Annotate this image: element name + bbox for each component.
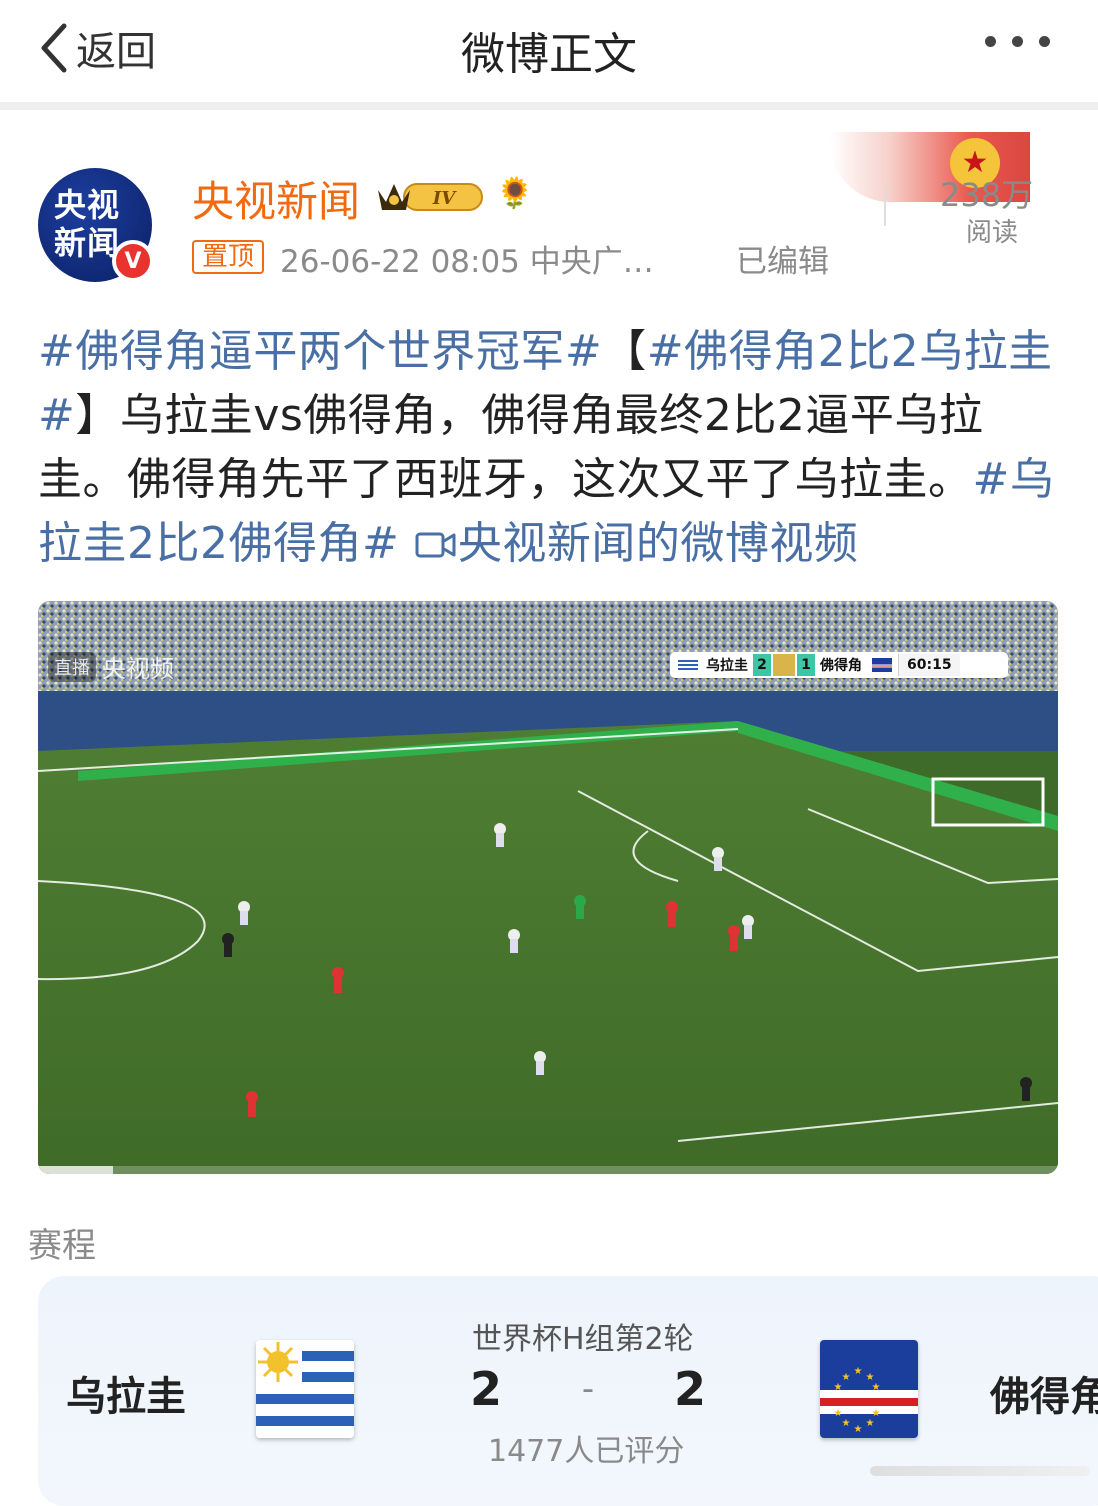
video-player[interactable]: 直播 央视频 乌拉圭 2 1 佛得角 60:15 bbox=[38, 601, 1058, 1174]
svg-text:★: ★ bbox=[872, 1408, 881, 1419]
author-name[interactable]: 央视新闻 bbox=[192, 168, 360, 229]
svg-text:★: ★ bbox=[842, 1372, 851, 1383]
reads-count: 238万 bbox=[940, 176, 1034, 214]
scoreboard-away-team: 佛得角 bbox=[820, 658, 862, 674]
trophy-icon bbox=[773, 654, 795, 676]
more-options-button[interactable] bbox=[985, 36, 1050, 47]
svg-text:★: ★ bbox=[866, 1418, 875, 1429]
page-title: 微博正文 bbox=[461, 29, 637, 80]
cape-verde-flag-icon bbox=[872, 658, 892, 672]
pinned-badge: 置顶 bbox=[192, 240, 265, 274]
uruguay-flag-icon bbox=[678, 658, 698, 672]
more-dot-icon bbox=[1012, 36, 1023, 47]
verified-badge-icon: V bbox=[112, 240, 154, 282]
match-clock: 60:15 bbox=[898, 654, 960, 676]
reads-label: 阅读 bbox=[966, 218, 1019, 248]
home-indicator bbox=[870, 1466, 1090, 1476]
post-body: 乌拉圭vs佛得角，佛得角最终2比2逼平乌拉圭。佛得角先平了西班牙，这次又平了乌拉… bbox=[38, 390, 984, 505]
post-text: #佛得角逼平两个世界冠军#【#佛得角2比2乌拉圭#】乌拉圭vs佛得角，佛得角最终… bbox=[38, 320, 1060, 576]
divider bbox=[884, 188, 886, 226]
match-round: 世界杯H组第2轮 bbox=[472, 1322, 694, 1357]
live-tag: 直播 bbox=[48, 651, 96, 682]
bracket-close: 】 bbox=[75, 390, 120, 441]
avatar-line1: 央视 bbox=[54, 186, 121, 224]
hashtag-link[interactable]: #佛得角逼平两个世界冠军# bbox=[38, 326, 602, 377]
scoreboard-home-team: 乌拉圭 bbox=[706, 658, 748, 674]
more-dot-icon bbox=[985, 36, 996, 47]
svg-text:★: ★ bbox=[842, 1418, 851, 1429]
home-score: 2 bbox=[470, 1362, 503, 1416]
away-team-name: 佛得角 bbox=[990, 1374, 1098, 1420]
rating-count: 1477人已评分 bbox=[488, 1434, 685, 1469]
score-separator: - bbox=[581, 1369, 595, 1409]
broadcast-watermark: 直播 央视频 bbox=[48, 649, 174, 684]
svg-text:★: ★ bbox=[854, 1424, 863, 1435]
svg-text:★: ★ bbox=[872, 1382, 881, 1393]
video-scoreboard: 乌拉圭 2 1 佛得角 60:15 bbox=[670, 652, 1008, 678]
sunflower-icon: 🌻 bbox=[496, 176, 534, 211]
scoreboard-home-score: 2 bbox=[753, 654, 771, 676]
post-meta: 26-06-22 08:05 中央广… bbox=[280, 244, 654, 280]
svg-text:★: ★ bbox=[854, 1366, 863, 1377]
broadcaster-logo-text: 央视频 bbox=[102, 655, 174, 683]
uruguay-flag-icon bbox=[256, 1340, 354, 1438]
video-camera-icon bbox=[415, 532, 456, 558]
final-score: 2 - 2 bbox=[470, 1362, 706, 1416]
home-team-name: 乌拉圭 bbox=[66, 1374, 186, 1420]
scoreboard-away-score: 1 bbox=[797, 654, 815, 676]
video-frame-image bbox=[38, 601, 1058, 1174]
svg-text:★: ★ bbox=[834, 1382, 843, 1393]
crown-vip-badge-icon[interactable]: IV bbox=[374, 176, 486, 216]
away-score: 2 bbox=[673, 1362, 706, 1416]
video-progress-bar[interactable] bbox=[38, 1166, 1058, 1174]
nav-bar: 返回 微博正文 bbox=[0, 0, 1098, 110]
cape-verde-flag-icon: ★★★ ★★ ★★★ ★★ bbox=[820, 1340, 918, 1438]
schedule-section-label: 赛程 bbox=[28, 1226, 96, 1266]
bracket-open: 【 bbox=[602, 326, 647, 377]
svg-text:IV: IV bbox=[432, 188, 457, 209]
video-link-label: 央视新闻的微博视频 bbox=[457, 518, 859, 569]
video-link[interactable]: 央视新闻的微博视频 bbox=[414, 518, 859, 569]
more-dot-icon bbox=[1039, 36, 1050, 47]
edited-label[interactable]: 已编辑 bbox=[736, 236, 829, 281]
video-progress-fill bbox=[38, 1166, 114, 1174]
